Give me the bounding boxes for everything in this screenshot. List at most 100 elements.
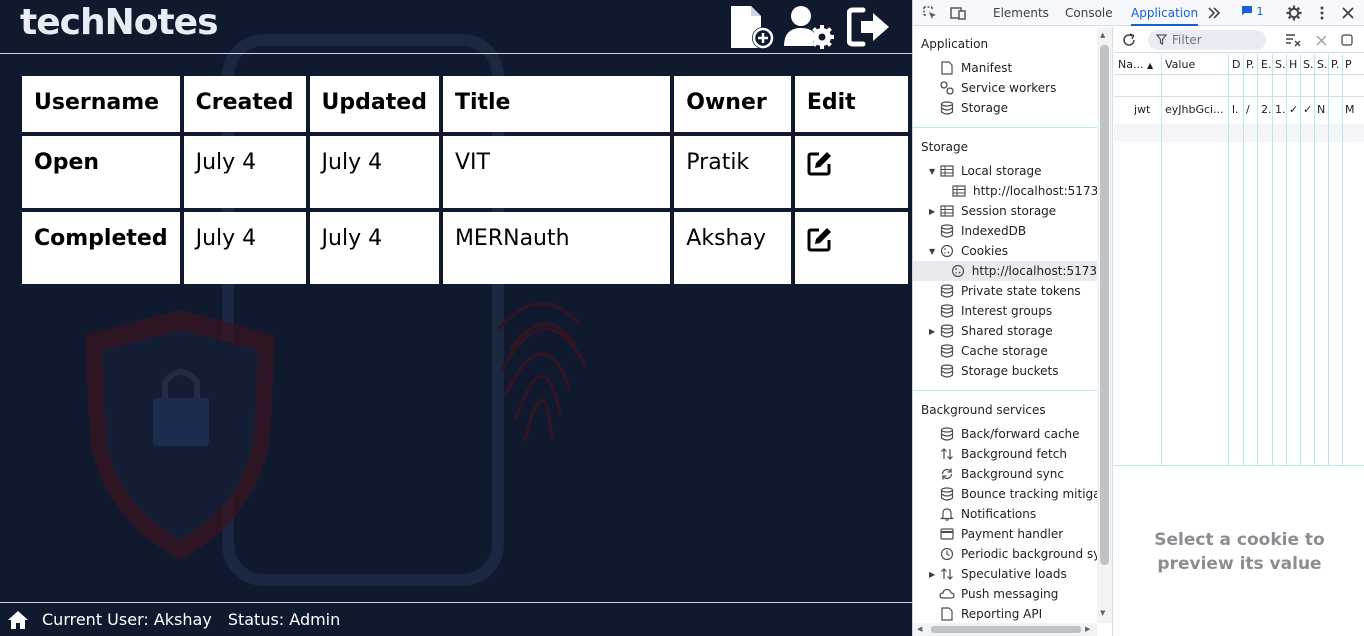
refresh-button[interactable] [1120,31,1138,49]
sidebar-item-push-messaging[interactable]: Push messaging [939,584,1058,604]
sidebar-item-manifest[interactable]: Manifest [939,58,1012,78]
sidebar-item-session-storage[interactable]: Session storage [939,201,1056,221]
new-note-button[interactable] [726,4,776,50]
sidebar-item-label: Interest groups [961,304,1053,318]
cookie-preview-placeholder: Select a cookie to preview its value [1154,529,1325,574]
table-grid-icon [939,203,955,219]
sidebar-item-shared-storage[interactable]: Shared storage [939,321,1053,341]
sidebar-item-background-fetch[interactable]: Background fetch [939,444,1067,464]
col-header-partition-key[interactable]: P. [1331,58,1341,71]
sidebar-item-label: Cache storage [961,344,1048,358]
sidebar-item-indexeddb[interactable]: IndexedDB [939,221,1026,241]
app-title[interactable]: techNotes [20,2,219,43]
collapsed-triangle-icon[interactable]: ▶ [929,208,937,216]
sidebar-item-back-forward-cache[interactable]: Back/forward cache [939,424,1080,444]
col-header-path[interactable]: P. [1246,58,1256,71]
col-header-size[interactable]: S. [1275,58,1285,71]
sidebar-item-service-workers[interactable]: Service workers [939,78,1056,98]
section-head-application: Application [921,37,989,51]
cookie-row-jwt[interactable]: jwt eyJhbGci... l. / 2. 1. ✓ ✓ N M [1114,98,1364,120]
cookie-preview-pane: Select a cookie to preview its value [1114,467,1364,636]
cookies-toolbar [1114,27,1364,53]
col-header-priority[interactable]: P [1345,58,1363,71]
scroll-left-arrow-icon[interactable]: ◀ [917,625,922,633]
only-issues-checkbox[interactable] [1338,31,1356,49]
collapsed-triangle-icon[interactable]: ▶ [929,328,937,336]
database-icon [939,363,955,379]
sidebar-item-periodic-background-sync[interactable]: Periodic background sync [939,544,1112,564]
more-tabs-button[interactable] [1205,4,1223,22]
logout-button[interactable] [846,4,892,50]
close-devtools-button[interactable] [1339,4,1357,22]
sidebar-item-speculative-loads[interactable]: Speculative loads [939,564,1067,584]
sidebar-item-cookies-origin[interactable]: http://localhost:5173 [913,261,1097,281]
col-header-secure[interactable]: S. [1303,58,1313,71]
edit-note-button[interactable] [807,226,833,258]
tab-elements[interactable]: Elements [993,0,1049,26]
file-icon [939,60,955,76]
scroll-right-arrow-icon[interactable]: ▶ [1085,625,1090,633]
more-options-button[interactable] [1313,4,1331,22]
sidebar-item-interest-groups[interactable]: Interest groups [939,301,1052,321]
col-header-name[interactable]: Na... ▲ [1118,58,1160,71]
database-icon [939,426,955,442]
clock-icon [939,546,955,562]
devtools-toolbar: Elements Console Application 1 [913,0,1364,26]
sidebar-item-bounce-tracking[interactable]: Bounce tracking mitigatic [939,484,1113,504]
sidebar-item-reporting-api[interactable]: Reporting API [939,604,1042,624]
sidebar-item-notifications[interactable]: Notifications [939,504,1036,524]
col-header-domain[interactable]: D [1232,58,1242,71]
sidebar-hscrollbar-thumb[interactable] [931,626,1081,633]
table-row[interactable]: Completed July 4 July 4 MERNauth Akshay [22,212,908,284]
col-header-httponly[interactable]: H [1289,58,1299,71]
sidebar-item-label: Bounce tracking mitigatic [961,487,1113,501]
cookie-icon [939,243,955,259]
home-icon[interactable] [6,608,30,632]
sidebar-scrollbar-thumb[interactable] [1100,45,1109,565]
sort-ascending-icon: ▲ [1146,61,1154,70]
expanded-triangle-icon[interactable]: ▼ [929,248,937,256]
sidebar-item-cookies[interactable]: Cookies [939,241,1008,261]
sidebar-item-label: Speculative loads [961,567,1067,581]
sidebar-item-label: IndexedDB [961,224,1027,238]
edit-note-button[interactable] [807,150,833,182]
tab-application[interactable]: Application [1131,0,1199,26]
close-icon [1342,7,1354,19]
user-settings-icon [784,6,834,49]
sidebar-item-label: Manifest [961,61,1013,75]
devtools-panel: Elements Console Application 1 Applicati… [912,0,1364,636]
col-header-expires[interactable]: E. [1261,58,1271,71]
sidebar-item-label: Push messaging [961,587,1059,601]
scroll-down-arrow-icon[interactable]: ▼ [1100,609,1105,617]
collapsed-triangle-icon[interactable]: ▶ [929,571,937,579]
note-created-cell: July 4 [183,136,306,208]
device-toolbar-button[interactable] [949,4,967,22]
scroll-up-arrow-icon[interactable]: ▲ [1100,31,1105,39]
sidebar-item-label: Background fetch [961,447,1067,461]
database-icon [939,323,955,339]
sidebar-item-payment-handler[interactable]: Payment handler [939,524,1063,544]
user-settings-button[interactable] [783,4,835,50]
sidebar-item-label: Back/forward cache [961,427,1080,441]
sidebar-item-local-storage-origin[interactable]: http://localhost:5173 [951,181,1098,201]
table-row[interactable] [1114,124,1364,142]
table-row[interactable]: Open July 4 July 4 VIT Pratik [22,136,908,208]
sidebar-item-storage[interactable]: Storage [939,98,1008,118]
chevron-double-right-icon [1208,7,1221,19]
tab-console[interactable]: Console [1065,0,1113,26]
settings-button[interactable] [1285,4,1303,22]
cookie-httponly-cell: ✓ [1289,103,1299,116]
col-header-value[interactable]: Value [1165,58,1225,71]
expanded-triangle-icon[interactable]: ▼ [929,168,937,176]
delete-selected-button[interactable] [1312,31,1330,49]
issues-badge[interactable]: 1 [1241,5,1264,18]
col-header-samesite[interactable]: S. [1317,58,1327,71]
sidebar-item-storage-buckets[interactable]: Storage buckets [939,361,1058,381]
sidebar-item-private-state-tokens[interactable]: Private state tokens [939,281,1081,301]
inspect-element-button[interactable] [921,4,939,22]
sidebar-item-background-sync[interactable]: Background sync [939,464,1064,484]
sidebar-item-cache-storage[interactable]: Cache storage [939,341,1048,361]
sidebar-item-local-storage[interactable]: Local storage [939,161,1042,181]
sidebar-item-label: Session storage [961,204,1057,218]
clear-filtered-cookies-button[interactable] [1284,31,1302,49]
